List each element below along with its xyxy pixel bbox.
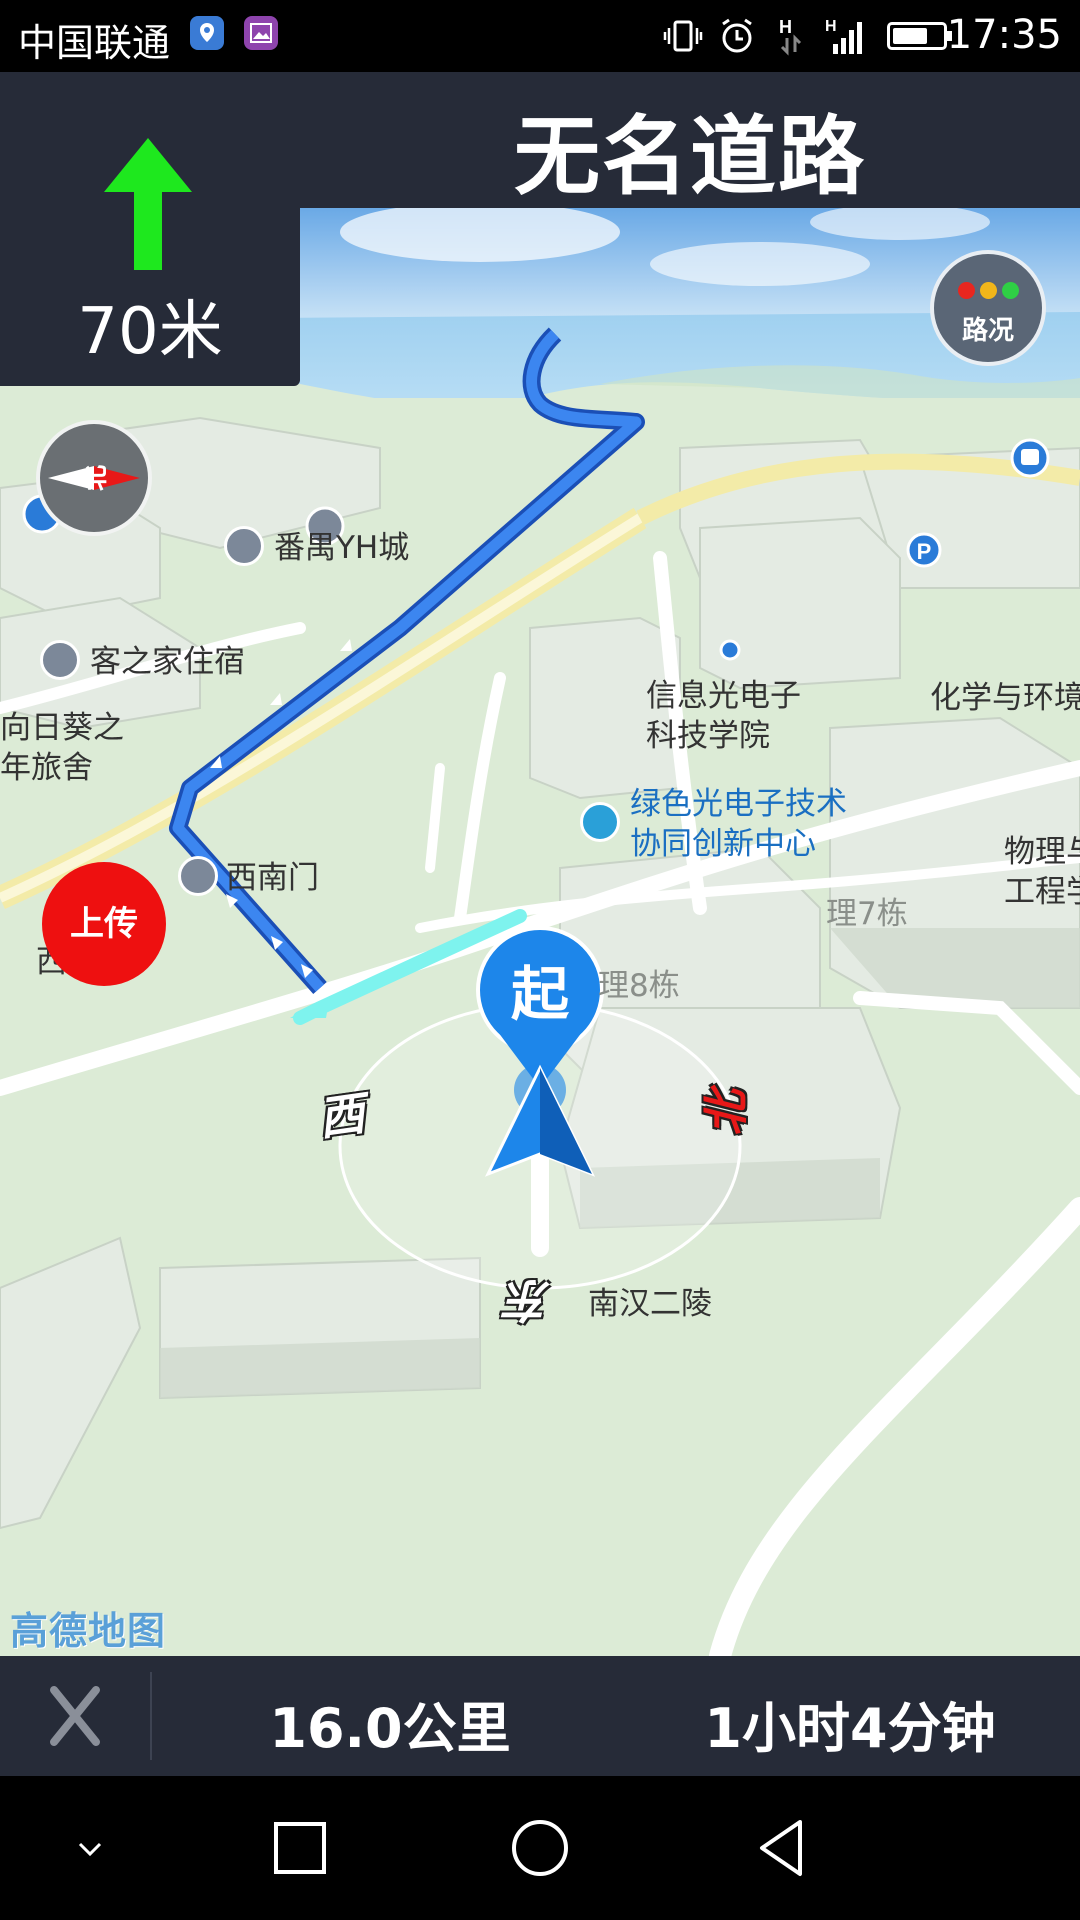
compass-button[interactable]: 北 bbox=[36, 420, 152, 536]
start-marker-label: 起 bbox=[511, 960, 570, 1028]
poi-label[interactable]: 信息光电子 科技学院 bbox=[646, 676, 801, 756]
network-type-label: H bbox=[779, 17, 792, 37]
battery-icon bbox=[887, 22, 952, 50]
traffic-button[interactable]: 路况 bbox=[930, 250, 1046, 366]
poi-label[interactable]: 番禺YH城 bbox=[274, 522, 409, 567]
status-bar: 中国联通 H H 17:35 bbox=[0, 0, 1080, 72]
traffic-light-red bbox=[958, 282, 975, 299]
map-brand-logo: 高德地图 bbox=[10, 1609, 167, 1653]
next-turn-panel[interactable]: 70米 bbox=[0, 72, 300, 386]
network-type-label-2: H bbox=[825, 18, 837, 35]
clock: 17:35 bbox=[946, 12, 1062, 58]
back-button[interactable] bbox=[746, 1812, 818, 1884]
exit-navigation-button[interactable] bbox=[0, 1656, 150, 1776]
straight-arrow-icon bbox=[104, 138, 192, 270]
home-button[interactable] bbox=[504, 1812, 576, 1884]
hide-nav-bar-button[interactable] bbox=[54, 1812, 126, 1884]
close-icon bbox=[50, 1686, 100, 1746]
traffic-light-yellow bbox=[980, 282, 997, 299]
traffic-button-label: 路况 bbox=[961, 316, 1014, 346]
gate-icon bbox=[178, 856, 218, 896]
location-dot bbox=[719, 639, 741, 661]
poi-label[interactable]: 理8栋 bbox=[598, 960, 680, 1005]
direction-west: 西 bbox=[314, 1086, 368, 1146]
gallery-app-icon bbox=[244, 16, 278, 50]
compass-label: 北 bbox=[81, 465, 111, 491]
direction-east: 东 bbox=[506, 1273, 552, 1327]
upload-button[interactable]: 上传 bbox=[42, 862, 166, 986]
lab-icon bbox=[580, 802, 620, 842]
poi-label[interactable]: 西南门 bbox=[226, 852, 319, 897]
carrier-name: 中国联通 bbox=[18, 21, 171, 65]
recent-apps-button[interactable] bbox=[264, 1812, 336, 1884]
route-info-bar: 16.0公里 1小时4分钟 bbox=[0, 1656, 1080, 1776]
total-distance: 16.0公里 bbox=[269, 1697, 511, 1760]
signal-icon: H bbox=[825, 18, 862, 54]
traffic-light-green bbox=[1002, 282, 1019, 299]
map-view[interactable]: 起 P 路况 北 番禺YH城 客之家住宿 向日葵之 年旅舍 西南门 西 信息光电… bbox=[0, 208, 1080, 1656]
svg-text:P: P bbox=[917, 539, 932, 564]
poi-label[interactable]: 化学与环境 bbox=[930, 672, 1080, 717]
next-turn-distance: 70米 bbox=[77, 295, 223, 369]
vibrate-icon bbox=[663, 20, 703, 52]
alarm-icon bbox=[722, 18, 752, 53]
system-nav-bar bbox=[0, 1776, 1080, 1920]
poi-label[interactable]: 物理与 工程学 bbox=[1004, 832, 1080, 912]
direction-north: 北 bbox=[699, 1090, 753, 1136]
estimated-time: 1小时4分钟 bbox=[704, 1697, 996, 1760]
compass-icon: 北 bbox=[48, 465, 140, 491]
location-app-icon bbox=[190, 16, 224, 50]
poi-label[interactable]: 客之家住宿 bbox=[90, 636, 245, 681]
poi-label[interactable]: 理7栋 bbox=[826, 888, 908, 933]
poi-label[interactable]: 南汉二陵 bbox=[588, 1278, 712, 1323]
battery-fill bbox=[893, 28, 927, 44]
status-icons: H H bbox=[663, 14, 865, 58]
road-name: 无名道路 bbox=[514, 107, 866, 207]
hotel-icon bbox=[40, 640, 80, 680]
poi-label[interactable]: 向日葵之 年旅舍 bbox=[0, 708, 124, 788]
data-arrows-icon: H bbox=[779, 17, 802, 56]
poi-label[interactable]: 绿色光电子技术 协同创新中心 bbox=[630, 784, 847, 864]
mall-icon bbox=[224, 526, 264, 566]
